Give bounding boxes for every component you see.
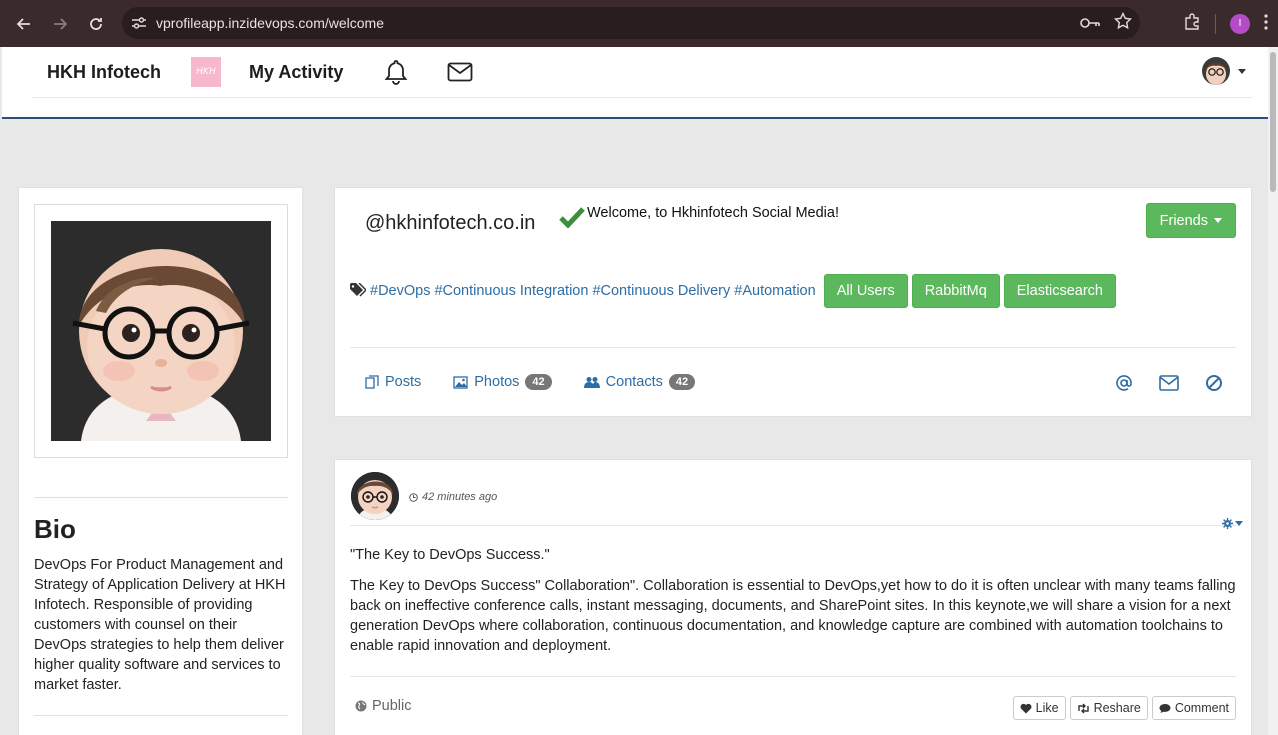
tag-link[interactable]: #Automation xyxy=(734,283,815,299)
tab-posts[interactable]: Posts xyxy=(365,374,421,390)
browser-profile-avatar[interactable]: I xyxy=(1230,13,1250,34)
back-button[interactable] xyxy=(6,6,42,42)
tab-photos-label: Photos xyxy=(474,374,520,390)
like-button[interactable]: Like xyxy=(1012,696,1066,720)
url-text[interactable]: vprofileapp.inzidevops.com/welcome xyxy=(156,15,384,31)
forward-button[interactable] xyxy=(42,6,78,42)
back-arrow-icon xyxy=(16,17,30,30)
post-divider xyxy=(350,676,1236,677)
site-navbar: HKH Infotech HKH My Activity xyxy=(2,47,1268,119)
brand-logo[interactable]: HKH xyxy=(191,57,221,87)
post-body: The Key to DevOps Success" Collaboration… xyxy=(350,578,1236,654)
user-menu-dropdown[interactable] xyxy=(1202,57,1246,85)
reload-button[interactable] xyxy=(78,6,114,42)
post-visibility: Public xyxy=(355,698,412,714)
forward-arrow-icon xyxy=(54,17,68,30)
messages-envelope-icon[interactable] xyxy=(447,59,473,85)
post-settings-dropdown[interactable] xyxy=(1222,518,1243,529)
profile-header-card: @hkhinfotech.co.in Welcome, to Hkhinfote… xyxy=(334,187,1252,417)
browser-toolbar: vprofileapp.inzidevops.com/welcome I xyxy=(0,0,1278,47)
friends-label: Friends xyxy=(1159,212,1208,229)
password-key-icon[interactable] xyxy=(1080,14,1100,33)
tab-photos[interactable]: Photos 42 xyxy=(453,374,552,390)
verified-check-icon xyxy=(559,206,585,232)
browser-menu-icon[interactable] xyxy=(1264,13,1268,34)
profile-actions xyxy=(1115,374,1223,396)
reshare-label: Reshare xyxy=(1093,701,1141,715)
brand-link[interactable]: HKH Infotech xyxy=(47,62,161,83)
post-timestamp: 42 minutes ago xyxy=(409,491,497,503)
notifications-bell-icon[interactable] xyxy=(383,59,409,85)
contacts-icon xyxy=(583,376,600,388)
visibility-label: Public xyxy=(372,698,412,714)
card-divider xyxy=(350,347,1236,348)
profile-tabs: Posts Photos 42 Contacts 42 xyxy=(365,374,727,390)
reshare-button[interactable]: Reshare xyxy=(1069,696,1148,720)
mention-at-icon[interactable] xyxy=(1115,374,1133,396)
address-bar[interactable]: vprofileapp.inzidevops.com/welcome xyxy=(122,7,1140,39)
post-time-text: 42 minutes ago xyxy=(422,491,498,503)
friends-caret-icon xyxy=(1214,218,1222,223)
welcome-message: Welcome, to Hkhinfotech Social Media! xyxy=(587,205,839,221)
tab-contacts[interactable]: Contacts 42 xyxy=(583,374,696,390)
toolbar-separator xyxy=(1215,13,1216,34)
bio-text: DevOps For Product Management and Strate… xyxy=(34,557,286,693)
post-title: "The Key to DevOps Success." xyxy=(350,547,550,563)
tag-link[interactable]: #Continuous Delivery xyxy=(592,283,730,299)
globe-icon xyxy=(355,700,367,712)
tags-row: #DevOps #Continuous Integration #Continu… xyxy=(350,274,1116,308)
sidebar-divider xyxy=(34,497,288,498)
tag-link[interactable]: #DevOps xyxy=(370,283,430,299)
contacts-count-badge: 42 xyxy=(668,374,696,390)
profile-handle: @hkhinfotech.co.in xyxy=(365,212,536,234)
heart-icon xyxy=(1020,703,1032,713)
reload-icon xyxy=(90,17,102,30)
site-settings-icon[interactable] xyxy=(122,16,156,30)
retweet-icon xyxy=(1077,703,1089,713)
rabbitmq-button[interactable]: RabbitMq xyxy=(911,274,1000,308)
message-envelope-icon[interactable] xyxy=(1159,375,1179,395)
photos-count-badge: 42 xyxy=(525,374,552,390)
like-label: Like xyxy=(1035,701,1059,715)
page-scrollbar[interactable] xyxy=(1268,47,1278,735)
comment-label: Comment xyxy=(1174,701,1229,715)
my-activity-link[interactable]: My Activity xyxy=(249,62,343,83)
bookmark-star-icon[interactable] xyxy=(1113,11,1133,34)
tab-posts-label: Posts xyxy=(385,374,422,390)
extensions-icon[interactable] xyxy=(1183,12,1201,35)
profile-photo[interactable] xyxy=(51,221,271,441)
post-card: 42 minutes ago "The Key to DevOps Succes… xyxy=(334,459,1252,735)
post-divider xyxy=(350,525,1236,526)
post-author-avatar[interactable] xyxy=(351,472,399,520)
photos-icon xyxy=(453,375,468,389)
posts-icon xyxy=(365,375,379,389)
friends-dropdown-button[interactable]: Friends xyxy=(1145,203,1236,238)
comment-icon xyxy=(1159,703,1171,713)
logo-text: HKH xyxy=(196,67,216,77)
elasticsearch-button[interactable]: Elasticsearch xyxy=(1003,274,1116,308)
tag-link[interactable]: #Continuous Integration xyxy=(434,283,588,299)
tags-icon xyxy=(350,281,368,301)
bio-heading: Bio xyxy=(34,514,76,544)
post-actions: Like Reshare Comment xyxy=(1012,696,1236,720)
clock-icon xyxy=(409,492,418,502)
user-avatar xyxy=(1202,57,1230,85)
all-users-button[interactable]: All Users xyxy=(823,274,908,308)
user-menu-caret-icon xyxy=(1238,68,1246,74)
tab-contacts-label: Contacts xyxy=(605,374,663,390)
profile-sidebar: Bio DevOps For Product Management and St… xyxy=(18,187,303,735)
comment-button[interactable]: Comment xyxy=(1151,696,1236,720)
gear-caret-icon xyxy=(1235,521,1243,526)
scrollbar-thumb[interactable] xyxy=(1270,52,1276,192)
block-ban-icon[interactable] xyxy=(1205,374,1223,396)
sidebar-divider xyxy=(34,715,288,716)
profile-photo-frame xyxy=(34,204,288,458)
gear-icon xyxy=(1222,518,1233,529)
